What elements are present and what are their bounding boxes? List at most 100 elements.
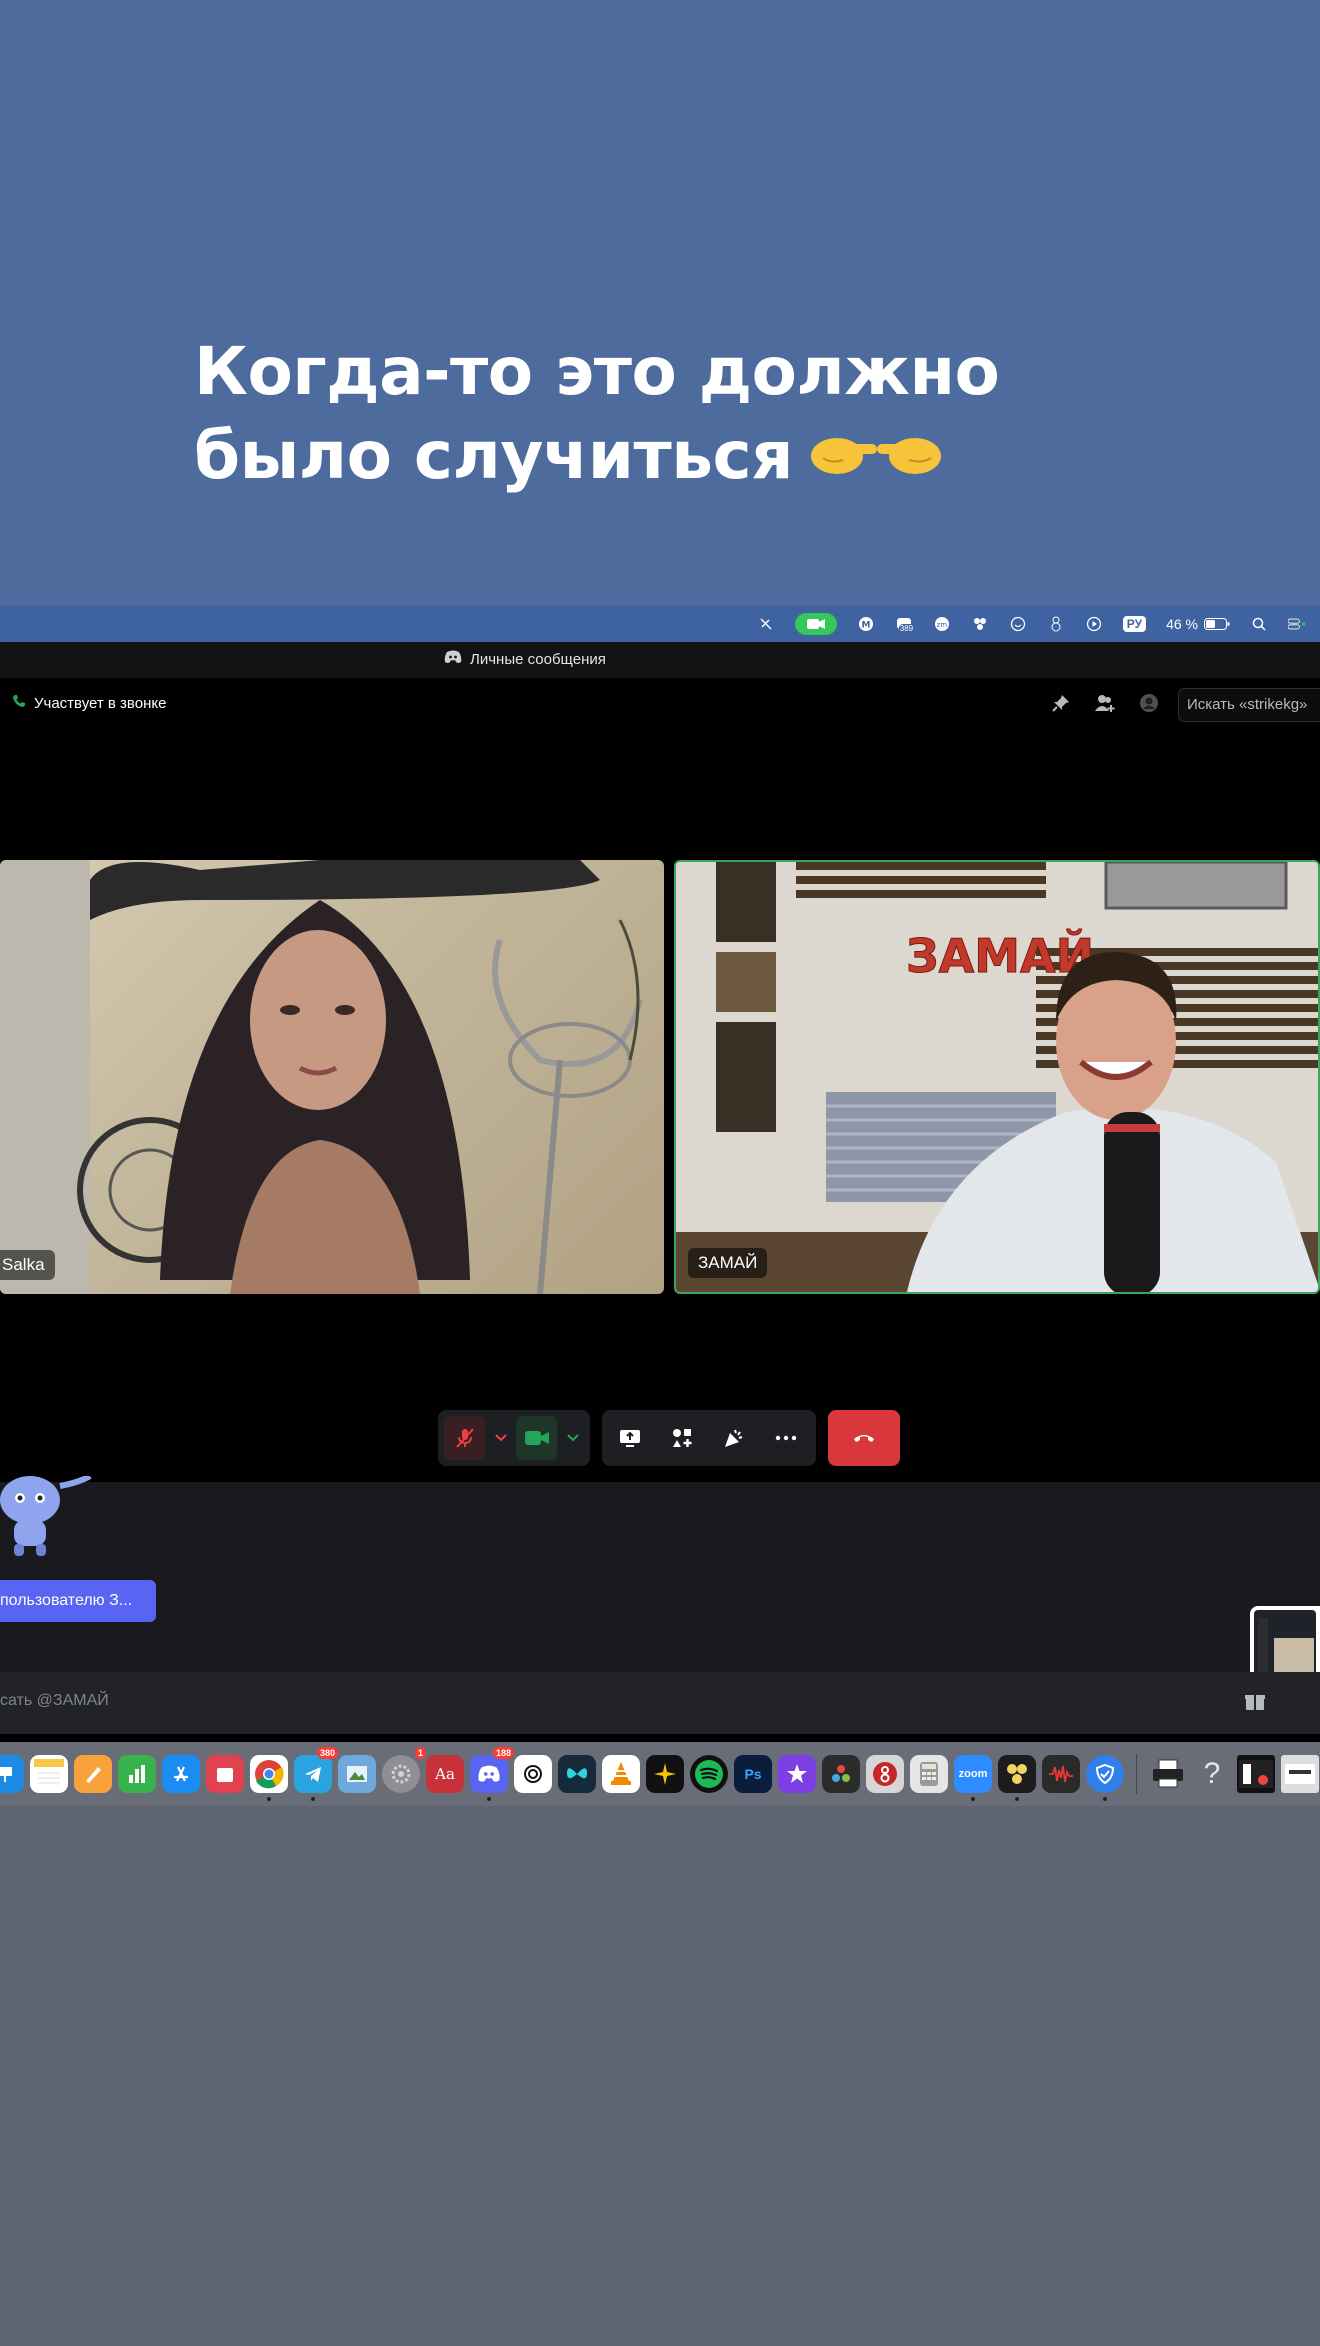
pin-icon[interactable]: [1050, 692, 1072, 714]
mail-icon[interactable]: M: [857, 615, 875, 633]
sign-app-icon[interactable]: [866, 1755, 904, 1793]
soundboard-button[interactable]: [712, 1416, 756, 1460]
dm-chat-area: пользователю З...: [0, 1473, 1320, 1678]
photoshop-app-icon[interactable]: Ps: [734, 1755, 772, 1793]
spotify-app-icon[interactable]: [690, 1755, 728, 1793]
numbers-app-icon[interactable]: [118, 1755, 156, 1793]
notes-app-icon[interactable]: [30, 1755, 68, 1793]
system-settings-app-icon[interactable]: 1: [382, 1747, 426, 1793]
macos-dock: 380 1 Aa 188 Ps zoom ?: [0, 1742, 1320, 1806]
call-header: Участвует в звонке Искать «strikekg»: [0, 678, 1320, 728]
running-indicator: [487, 1797, 491, 1801]
preview-app-icon[interactable]: [338, 1755, 376, 1793]
audio-video-controls: [438, 1410, 590, 1466]
video-options-button[interactable]: [561, 1416, 584, 1460]
svg-text:zm: zm: [937, 621, 948, 629]
window-title: Личные сообщения: [470, 650, 606, 668]
battery-status[interactable]: 46 %: [1166, 616, 1230, 632]
disconnect-call-button[interactable]: [828, 1410, 900, 1466]
printer-app-icon[interactable]: [1149, 1755, 1187, 1793]
spotlight-search-icon[interactable]: [1250, 615, 1268, 633]
activity-controls: [602, 1410, 816, 1466]
zoom-app-icon[interactable]: zoom: [954, 1755, 992, 1801]
discord-unread-badge: 188: [492, 1747, 514, 1759]
chevron-down-icon: [566, 1434, 579, 1442]
caption-line-1: Когда-то это должно: [194, 333, 1000, 410]
running-indicator: [1015, 1797, 1019, 1801]
telegram-unread-badge: 380: [316, 1747, 338, 1759]
chrome-app-icon[interactable]: [250, 1755, 288, 1801]
activities-button[interactable]: [660, 1416, 704, 1460]
participant-name-tag: Salka: [0, 1250, 55, 1280]
gift-icon[interactable]: [1244, 1690, 1266, 1716]
imovie-app-icon[interactable]: [778, 1755, 816, 1793]
participant-video-feed: [0, 860, 643, 1294]
photoshop-label: Ps: [744, 1766, 762, 1782]
svg-text:ЗАМАЙ: ЗАМАЙ: [906, 929, 1094, 983]
mute-icon[interactable]: [757, 615, 775, 633]
participant-name-tag: ЗАМАЙ: [688, 1248, 768, 1278]
notifications-badge-icon[interactable]: 389: [895, 615, 915, 633]
running-indicator: [267, 1797, 271, 1801]
vlc-app-icon[interactable]: [602, 1755, 640, 1793]
user-profile-icon[interactable]: [1138, 692, 1160, 714]
recent-window-thumbnail[interactable]: [1237, 1755, 1275, 1793]
control-center-icon[interactable]: [1288, 615, 1306, 633]
muted-microphone-icon: [455, 1428, 474, 1448]
wumpus-mascot-icon: [0, 1473, 96, 1564]
vpn-app-icon[interactable]: [1086, 1755, 1124, 1801]
app-store-icon[interactable]: [162, 1755, 200, 1793]
participant-video-tile[interactable]: Salka: [0, 860, 664, 1294]
more-options-button[interactable]: [764, 1416, 808, 1460]
smile-icon[interactable]: [1009, 615, 1027, 633]
dictionary-app-icon[interactable]: Aa: [426, 1755, 464, 1793]
call-status-text: Участвует в звонке: [34, 694, 167, 712]
toggle-camera-button[interactable]: [516, 1416, 558, 1460]
speaking-participant-video-tile[interactable]: ЗАМАЙ ЗАМАЙ: [674, 860, 1320, 1294]
figure-icon[interactable]: [1047, 615, 1065, 633]
pages-app-icon[interactable]: [74, 1755, 112, 1793]
capture-one-app-icon[interactable]: [646, 1755, 684, 1793]
camera-in-use-icon[interactable]: [794, 613, 837, 635]
bloom-app-icon[interactable]: [998, 1755, 1036, 1801]
running-indicator: [1103, 1797, 1107, 1801]
recent-document-thumbnail[interactable]: [1281, 1755, 1319, 1793]
input-language-indicator[interactable]: РУ: [1122, 616, 1147, 632]
chatgpt-app-icon[interactable]: [514, 1755, 552, 1793]
dock-separator: [1136, 1754, 1137, 1794]
story-caption: Когда-то это должно было случиться: [194, 330, 1000, 502]
hang-up-icon: [854, 1435, 874, 1442]
call-controls: [0, 1410, 1320, 1466]
audio-recorder-app-icon[interactable]: [1042, 1755, 1080, 1793]
davinci-resolve-app-icon[interactable]: [822, 1755, 860, 1793]
audio-options-button[interactable]: [489, 1416, 512, 1460]
settings-badge: 1: [414, 1747, 426, 1759]
ellipsis-icon: [775, 1435, 797, 1441]
message-composer[interactable]: сать @ЗАМАЙ: [0, 1672, 1320, 1734]
discord-app-icon[interactable]: 188: [470, 1747, 514, 1801]
participant-video-feed: ЗАМАЙ: [676, 862, 1318, 1292]
discord-title-bar: Личные сообщения: [0, 642, 1320, 678]
play-icon[interactable]: [1085, 615, 1103, 633]
unmute-microphone-button[interactable]: [444, 1416, 486, 1460]
help-question-icon[interactable]: ?: [1193, 1755, 1231, 1793]
calculator-app-icon[interactable]: [910, 1755, 948, 1793]
calendar-app-icon[interactable]: [206, 1755, 244, 1793]
search-input[interactable]: Искать «strikekg»: [1178, 688, 1320, 722]
message-input[interactable]: сать @ЗАМАЙ: [0, 1692, 109, 1710]
screen-recording: M 389 zm РУ 46 % Личные сообщения Участв…: [0, 606, 1320, 1806]
flower-icon[interactable]: [971, 615, 989, 633]
message-user-button[interactable]: пользователю З...: [0, 1580, 156, 1622]
zoom-label: zoom: [958, 1768, 988, 1780]
running-indicator: [311, 1797, 315, 1801]
svg-text:M: M: [861, 621, 870, 631]
zoom-menubar-icon[interactable]: zm: [933, 615, 951, 633]
butterfly-app-icon[interactable]: [558, 1755, 596, 1793]
share-screen-button[interactable]: [608, 1416, 652, 1460]
battery-percent: 46 %: [1166, 616, 1198, 632]
keynote-app-icon[interactable]: [0, 1755, 24, 1793]
running-indicator: [971, 1797, 975, 1801]
caption-background: Когда-то это должно было случиться: [0, 0, 1320, 606]
add-friend-icon[interactable]: [1094, 692, 1116, 714]
telegram-app-icon[interactable]: 380: [294, 1747, 338, 1801]
